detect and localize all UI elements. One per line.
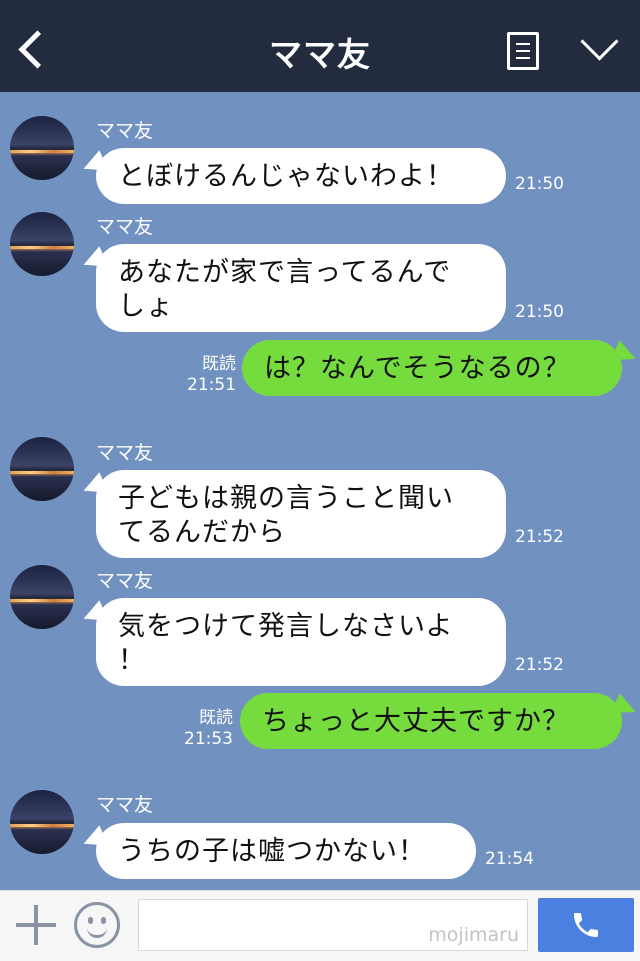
chat-title: ママ友 [269, 35, 371, 74]
read-label: 既読 [202, 354, 236, 374]
message-time: 21:52 [515, 527, 564, 547]
avatar[interactable] [10, 565, 74, 629]
message-text: てるんだから [118, 517, 286, 548]
incoming-message[interactable]: 子どもは親の言うこと聞い てるんだから [96, 470, 506, 558]
sender-name: ママ友 [96, 570, 154, 592]
message-text: とぼけるんじゃないわよ！ [118, 161, 454, 192]
input-bar: mojimaru [0, 890, 640, 961]
message-time: 21:50 [515, 174, 564, 194]
call-button[interactable] [538, 898, 634, 952]
chat-header: ママ友 [0, 0, 640, 92]
avatar[interactable] [10, 212, 74, 276]
message-time: 21:51 [187, 375, 236, 395]
outgoing-message[interactable]: は？なんでそうなるの？ [242, 340, 622, 396]
sender-name: ママ友 [96, 216, 154, 238]
incoming-message[interactable]: うちの子は嘘つかない！ [96, 823, 476, 879]
read-receipt: 既読 21:53 [175, 708, 233, 750]
sender-name: ママ友 [96, 120, 154, 142]
message-text: ちょっと大丈夫ですか？ [262, 706, 570, 737]
smiley-icon[interactable] [74, 902, 120, 948]
sender-name: ママ友 [96, 794, 154, 816]
avatar[interactable] [10, 790, 74, 854]
read-label: 既読 [199, 708, 233, 728]
incoming-message[interactable]: あなたが家で言ってるんで しょ [96, 244, 506, 332]
plus-icon[interactable] [16, 905, 56, 945]
menu-icon[interactable] [507, 32, 539, 70]
message-text: 子どもは親の言うこと聞い [118, 483, 454, 514]
message-time: 21:54 [485, 849, 534, 869]
incoming-message[interactable]: とぼけるんじゃないわよ！ [96, 148, 506, 204]
watermark: mojimaru [428, 924, 519, 946]
message-text: は？なんでそうなるの？ [264, 353, 571, 384]
message-text: しょ [118, 291, 174, 322]
message-time: 21:50 [515, 302, 564, 322]
message-list[interactable]: ママ友 とぼけるんじゃないわよ！ 21:50 ママ友 あなたが家で言ってるんで … [0, 92, 640, 890]
message-text: うちの子は嘘つかない！ [118, 836, 426, 867]
message-time: 21:52 [515, 655, 564, 675]
outgoing-message[interactable]: ちょっと大丈夫ですか？ [240, 693, 622, 749]
message-input[interactable]: mojimaru [138, 899, 528, 951]
message-text: ！ [118, 645, 146, 676]
message-time: 21:53 [184, 729, 233, 749]
phone-icon [574, 913, 598, 937]
incoming-message[interactable]: 気をつけて発言しなさいよ ！ [96, 598, 506, 686]
message-text: 気をつけて発言しなさいよ [118, 611, 454, 642]
message-text: あなたが家で言ってるんで [118, 257, 452, 288]
avatar[interactable] [10, 437, 74, 501]
read-receipt: 既読 21:51 [178, 354, 236, 396]
sender-name: ママ友 [96, 442, 154, 464]
avatar[interactable] [10, 116, 74, 180]
